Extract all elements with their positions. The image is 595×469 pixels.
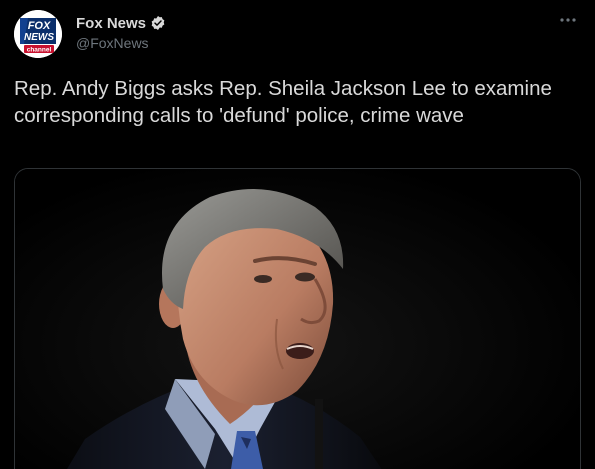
avatar-logo-line2: NEWS [24, 32, 54, 43]
tweet-header: FOX NEWS channel Fox News @FoxNews [14, 10, 584, 60]
account-name-block: Fox News @FoxNews [76, 13, 166, 51]
fox-news-logo-icon: FOX NEWS channel [14, 10, 62, 58]
verified-badge-icon [150, 15, 166, 31]
avatar-logo-line1: FOX [28, 20, 51, 32]
more-options-button[interactable] [556, 10, 580, 30]
avatar-logo-line3: channel [27, 47, 52, 54]
tweet-media-card[interactable] [14, 168, 581, 469]
avatar[interactable]: FOX NEWS channel [14, 10, 62, 58]
more-horizontal-icon [560, 18, 576, 22]
account-handle[interactable]: @FoxNews [76, 35, 166, 51]
tweet-text: Rep. Andy Biggs asks Rep. Sheila Jackson… [14, 77, 552, 127]
man-speaking-photo-image [15, 169, 580, 469]
tweet-container: FOX NEWS channel Fox News @FoxNews Rep. … [0, 0, 595, 469]
display-name-row[interactable]: Fox News [76, 13, 166, 33]
display-name[interactable]: Fox News [76, 15, 146, 32]
